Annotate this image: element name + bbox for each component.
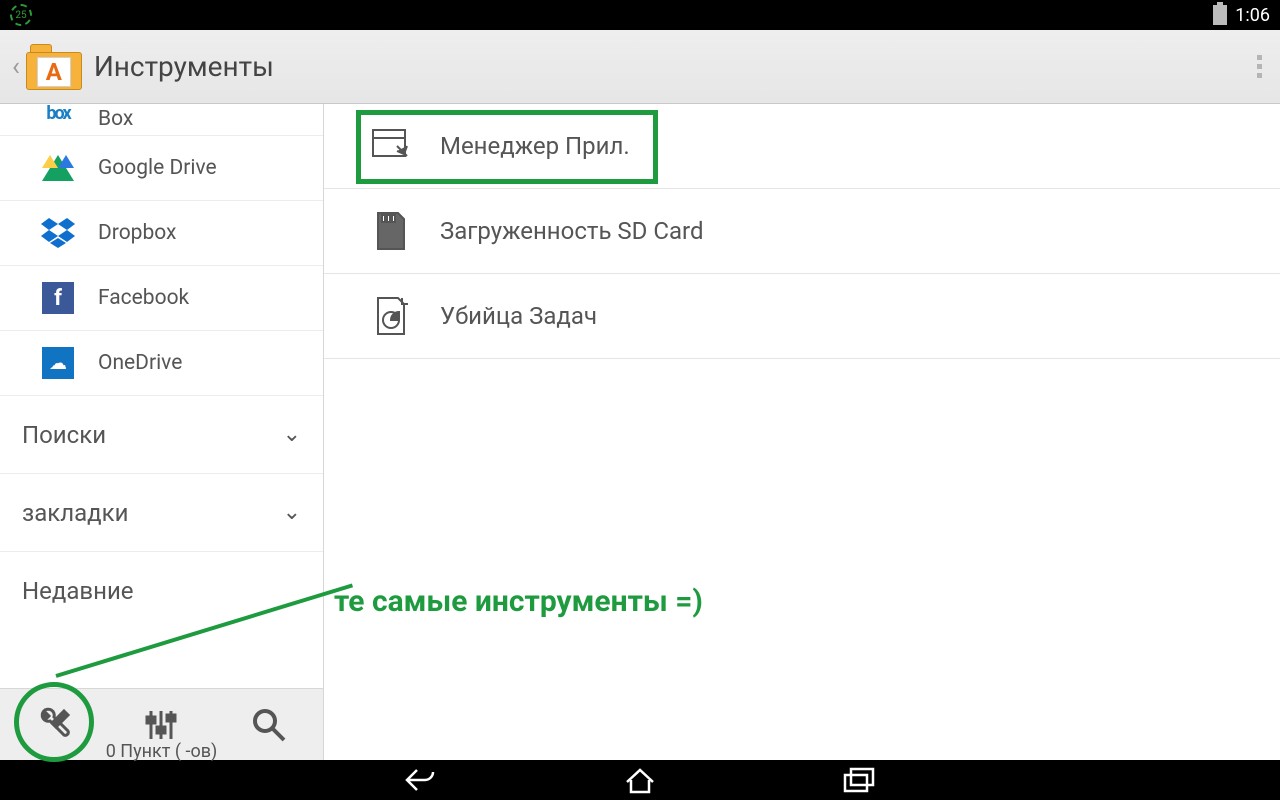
android-navbar bbox=[0, 760, 1280, 800]
sidebar-item-box[interactable]: box Box bbox=[0, 104, 323, 136]
android-statusbar: 25 1:06 bbox=[0, 0, 1280, 30]
app-icon[interactable]: A bbox=[26, 44, 82, 90]
sidebar-section-bookmarks[interactable]: закладки ⌄ bbox=[0, 474, 323, 552]
back-button[interactable]: ‹ bbox=[12, 52, 20, 82]
content-area: box Box Google Drive Dropbox f Facebook … bbox=[0, 104, 1280, 760]
sidebar-section-recent[interactable]: Недавние bbox=[0, 552, 323, 630]
item-count: 0 Пункт ( -ов) bbox=[0, 741, 323, 762]
sidebar: box Box Google Drive Dropbox f Facebook … bbox=[0, 104, 324, 760]
chevron-down-icon: ⌄ bbox=[283, 500, 301, 525]
sidebar-item-dropbox[interactable]: Dropbox bbox=[0, 201, 323, 266]
sidebar-item-google-drive[interactable]: Google Drive bbox=[0, 136, 323, 201]
sidebar-item-label: Facebook bbox=[98, 286, 189, 310]
sidebar-item-facebook[interactable]: f Facebook bbox=[0, 266, 323, 331]
tool-app-manager[interactable]: Менеджер Прил. bbox=[324, 104, 1280, 189]
tool-task-killer[interactable]: Убийца Задач bbox=[324, 274, 1280, 359]
tool-label: Менеджер Прил. bbox=[440, 132, 630, 160]
status-indicator-icon: 25 bbox=[10, 4, 32, 26]
sidebar-item-onedrive[interactable]: ☁ OneDrive bbox=[0, 331, 323, 396]
sidebar-item-label: OneDrive bbox=[98, 351, 182, 375]
sidebar-bottom-tabs: 0 Пункт ( -ов) bbox=[0, 688, 323, 760]
overflow-menu-button[interactable] bbox=[1251, 49, 1268, 84]
page-title: Инструменты bbox=[94, 50, 274, 83]
app-manager-icon bbox=[370, 125, 412, 167]
section-label: закладки bbox=[22, 499, 128, 527]
sidebar-list: box Box Google Drive Dropbox f Facebook … bbox=[0, 104, 323, 688]
nav-home-button[interactable] bbox=[620, 760, 660, 800]
onedrive-icon: ☁ bbox=[40, 345, 76, 381]
battery-icon bbox=[1213, 5, 1227, 25]
nav-back-button[interactable] bbox=[400, 760, 440, 800]
clock: 1:06 bbox=[1235, 5, 1270, 26]
chevron-down-icon: ⌄ bbox=[283, 422, 301, 447]
tool-sd-card[interactable]: Загруженность SD Card bbox=[324, 189, 1280, 274]
section-label: Недавние bbox=[22, 577, 134, 605]
main-panel: Менеджер Прил. Загруженность SD Card Уби… bbox=[324, 104, 1280, 760]
tool-label: Загруженность SD Card bbox=[440, 217, 704, 245]
app-bar: ‹ A Инструменты bbox=[0, 30, 1280, 104]
annotation-text: те самые инструменты =) bbox=[334, 584, 703, 619]
section-label: Поиски bbox=[22, 421, 106, 449]
sidebar-item-label: Dropbox bbox=[98, 221, 176, 245]
task-killer-icon bbox=[370, 295, 412, 337]
facebook-icon: f bbox=[40, 280, 76, 316]
sd-card-icon bbox=[370, 210, 412, 252]
dropbox-icon bbox=[40, 215, 76, 251]
google-drive-icon bbox=[40, 150, 76, 186]
tool-label: Убийца Задач bbox=[440, 302, 597, 330]
sidebar-item-label: Box bbox=[98, 107, 133, 131]
sidebar-section-searches[interactable]: Поиски ⌄ bbox=[0, 396, 323, 474]
nav-recent-button[interactable] bbox=[840, 760, 880, 800]
box-icon: box bbox=[40, 104, 76, 131]
sidebar-item-label: Google Drive bbox=[98, 156, 217, 180]
